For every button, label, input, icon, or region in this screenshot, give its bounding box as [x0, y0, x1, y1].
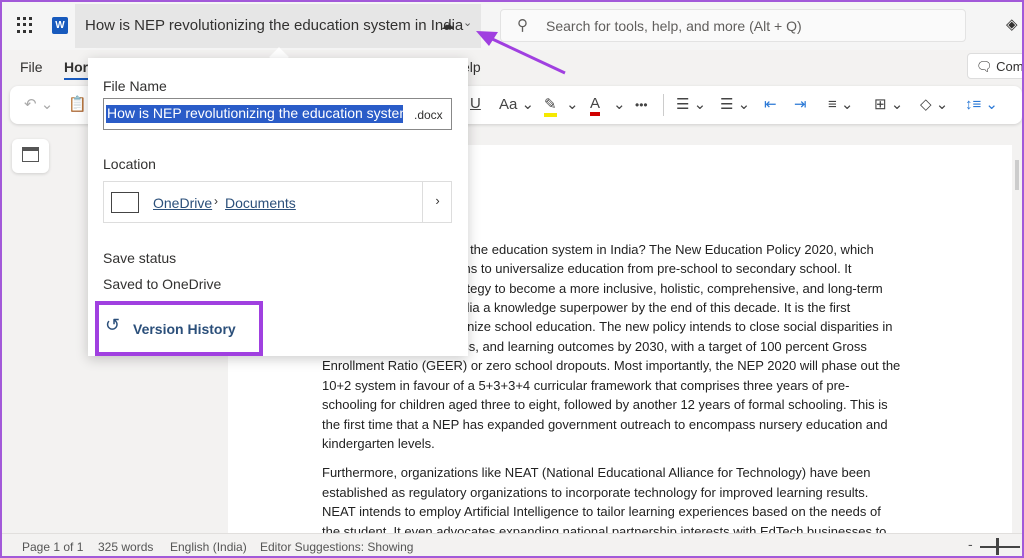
annotation-arrow [476, 31, 566, 75]
